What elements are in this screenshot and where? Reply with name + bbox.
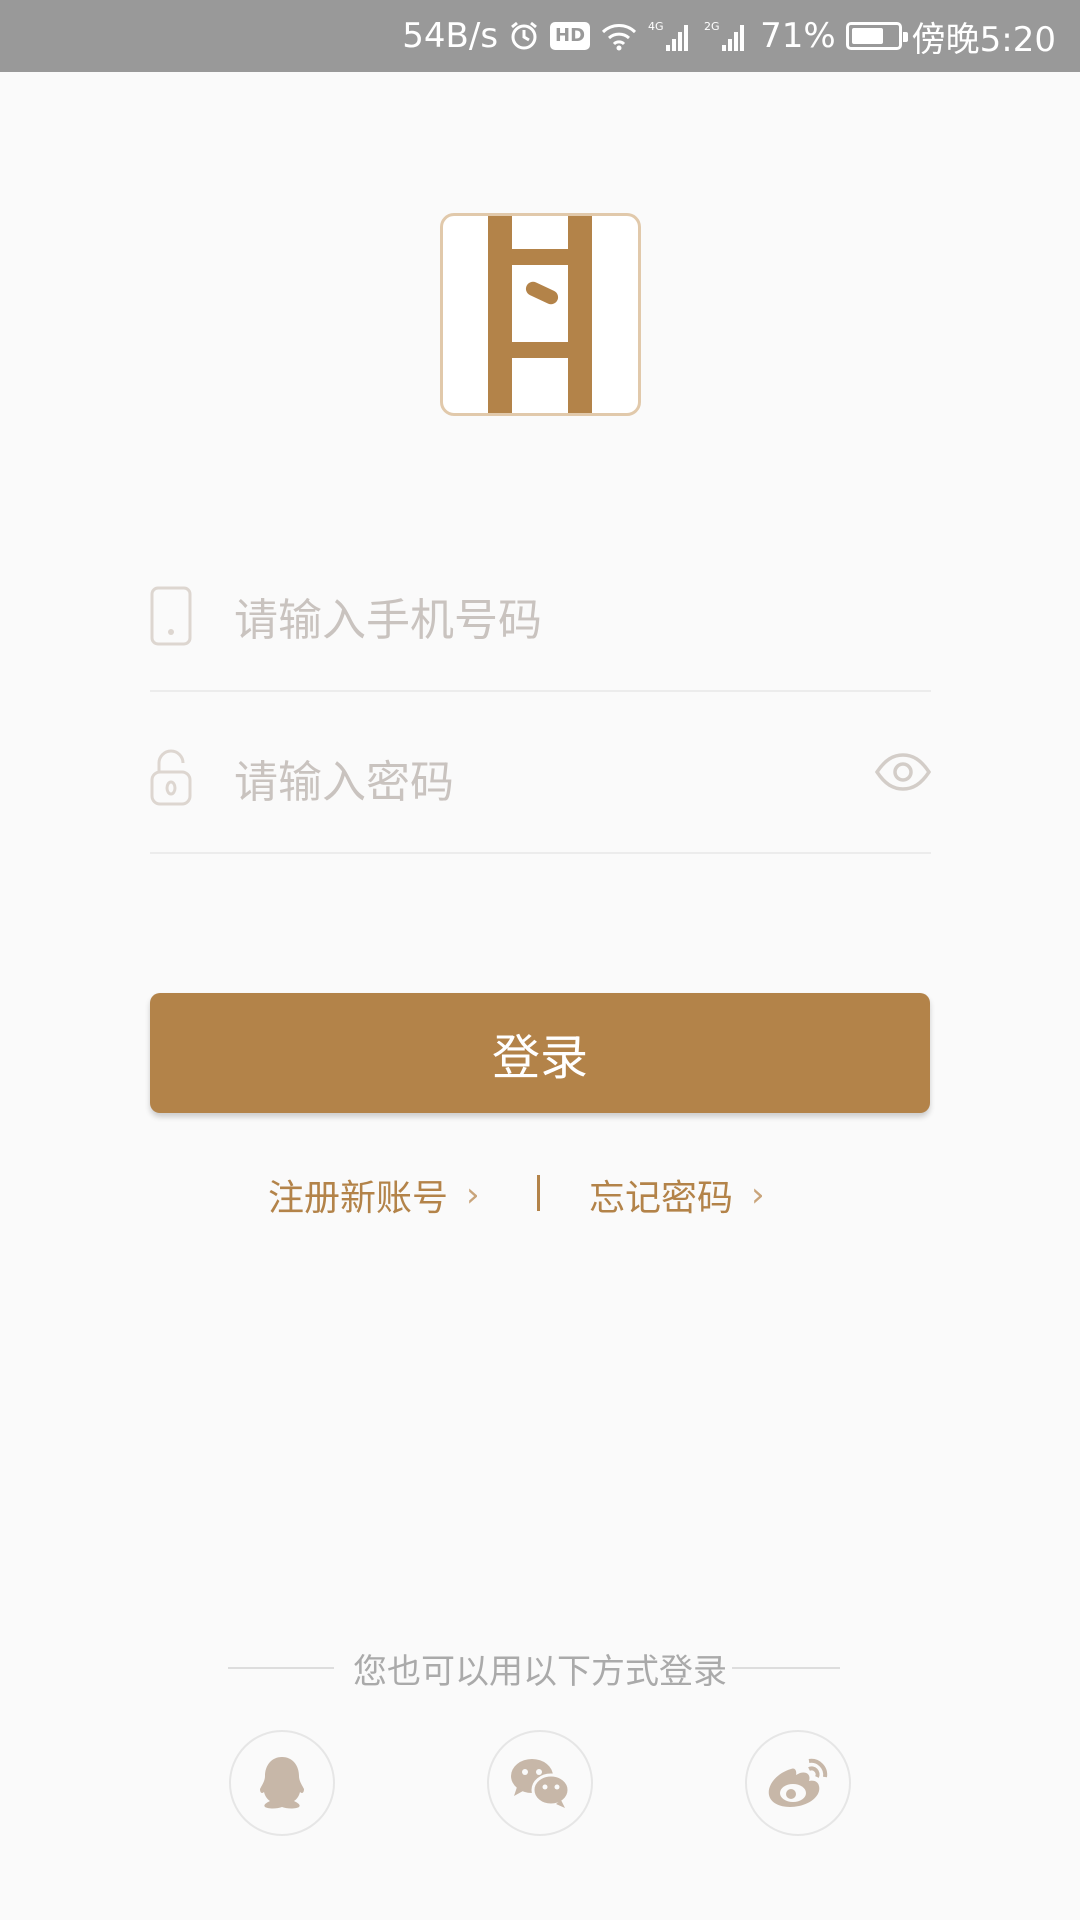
account-links: 注册新账号 › 忘记密码 › xyxy=(0,1165,1080,1225)
password-field xyxy=(150,722,931,854)
signal-4g-label: 4G xyxy=(648,20,664,33)
app-logo xyxy=(440,213,641,416)
wifi-icon xyxy=(600,21,638,51)
wechat-login-button[interactable] xyxy=(487,1730,593,1836)
qq-login-button[interactable] xyxy=(229,1730,335,1836)
password-input[interactable] xyxy=(234,752,794,812)
battery-fill xyxy=(851,28,883,44)
phone-icon xyxy=(150,586,192,646)
battery-percent: 71% xyxy=(760,16,836,56)
forgot-label: 忘记密码 xyxy=(589,1178,734,1219)
clock: 傍晚5:20 xyxy=(911,19,1056,60)
qq-icon xyxy=(260,1757,304,1809)
divider-line xyxy=(732,1667,840,1669)
hd-icon: HD xyxy=(550,22,591,50)
forgot-password-link[interactable]: 忘记密码 › xyxy=(589,1165,765,1225)
register-link[interactable]: 注册新账号 › xyxy=(268,1165,480,1225)
alarm-icon xyxy=(508,20,540,52)
signal-2g-label: 2G xyxy=(704,20,720,33)
links-divider xyxy=(537,1175,540,1211)
weibo-login-button[interactable] xyxy=(745,1730,851,1836)
eye-icon[interactable] xyxy=(875,752,931,792)
chevron-right-icon: › xyxy=(466,1175,480,1215)
chevron-right-icon: › xyxy=(751,1175,765,1215)
phone-input[interactable] xyxy=(234,590,794,650)
status-icons: 54B/s HD 4G 2G 71% 傍晚5:20 xyxy=(402,0,1056,72)
login-button[interactable]: 登录 xyxy=(150,993,930,1113)
weibo-icon xyxy=(768,1758,828,1807)
alt-login-title: 您也可以用以下方式登录 xyxy=(353,1652,727,1692)
lock-icon xyxy=(150,749,192,806)
network-speed: 54B/s xyxy=(402,16,499,56)
alt-login-header: 您也可以用以下方式登录 xyxy=(0,1640,1080,1700)
wechat-icon xyxy=(511,1759,571,1808)
signal-4g-icon: 4G xyxy=(648,19,694,53)
signal-2g-icon: 2G xyxy=(704,19,750,53)
battery-icon xyxy=(845,22,908,50)
phone-field xyxy=(150,560,931,692)
status-bar: 54B/s HD 4G 2G 71% 傍晚5:20 xyxy=(0,0,1080,72)
register-label: 注册新账号 xyxy=(268,1178,449,1219)
